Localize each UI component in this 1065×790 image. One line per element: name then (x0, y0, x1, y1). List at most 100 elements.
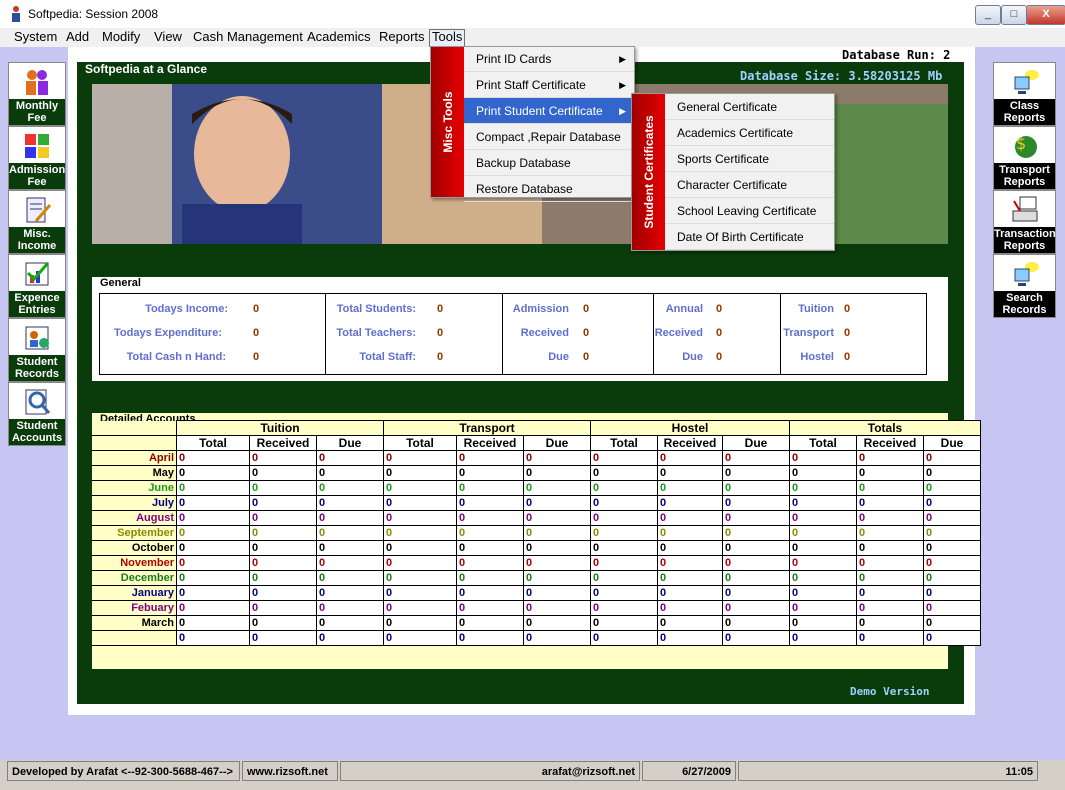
menu-cash-management[interactable]: Cash Management (191, 29, 305, 45)
menu-bar: System Add Modify View Cash Management A… (0, 28, 1065, 48)
tools-menu-item-print-id-cards[interactable]: Print ID Cards ▶ (464, 46, 634, 72)
status-time: 11:05 (738, 761, 1038, 781)
menu-add[interactable]: Add (64, 29, 91, 45)
menu-item-label: Character Certificate (677, 178, 788, 192)
table-cell: 0 (789, 600, 857, 616)
menu-reports[interactable]: Reports (377, 29, 427, 45)
sub-header: Due (316, 435, 384, 451)
table-cell: 0 (176, 525, 250, 541)
student-records-button[interactable]: Student Records (8, 318, 66, 382)
table-cell: 0 (722, 630, 790, 646)
table-cell: 0 (722, 450, 790, 466)
class-reports-button[interactable]: Class Reports (993, 62, 1056, 126)
status-date: 6/27/2009 (642, 761, 736, 781)
sub-header: Total (176, 435, 250, 451)
table-cell: 0 (523, 495, 591, 511)
tools-menu-item-restore-database[interactable]: Restore Database (464, 176, 634, 202)
table-cell: 0 (456, 540, 524, 556)
table-cell: 0 (316, 615, 384, 631)
table-cell: 0 (456, 615, 524, 631)
table-cell: 0 (722, 495, 790, 511)
expence-entries-button[interactable]: Expence Entries (8, 254, 66, 318)
sub-header: Received (456, 435, 524, 451)
magnifier-icon (25, 389, 51, 415)
table-cell: 0 (722, 600, 790, 616)
menu-system[interactable]: System (12, 29, 59, 45)
student-accounts-button[interactable]: Student Accounts (8, 382, 66, 446)
table-cell: 0 (789, 465, 857, 481)
table-cell: 0 (789, 630, 857, 646)
menu-academics[interactable]: Academics (305, 29, 373, 45)
table-cell: 0 (249, 525, 317, 541)
certificate-item-sports-certificate[interactable]: Sports Certificate (665, 146, 834, 172)
total-teachers-label: Total Teachers: (336, 327, 416, 339)
table-cell: 0 (657, 570, 723, 586)
left-toolbar: Monthly Fee Admission Fee Misc. Income E… (8, 62, 66, 452)
table-cell: 0 (176, 555, 250, 571)
table-cell: 0 (856, 570, 924, 586)
table-cell: 0 (923, 615, 981, 631)
tools-menu-item-compact-repair-database[interactable]: Compact ,Repair Database (464, 124, 634, 150)
transaction-reports-label: Transaction Reports (994, 227, 1056, 253)
table-cell: 0 (722, 525, 790, 541)
table-cell: 0 (722, 510, 790, 526)
student-info-icon (25, 326, 49, 350)
table-cell: 0 (249, 450, 317, 466)
menu-item-label: Academics Certificate (677, 126, 794, 140)
certificate-item-school-leaving-certificate[interactable]: School Leaving Certificate (665, 198, 834, 224)
minimize-button[interactable]: _ (975, 5, 1001, 25)
menu-view[interactable]: View (152, 29, 184, 45)
table-cell: 0 (523, 525, 591, 541)
table-cell: 0 (590, 465, 658, 481)
website-link[interactable]: www.rizsoft.net (242, 761, 338, 781)
table-cell: 0 (789, 615, 857, 631)
menu-item-label: Compact ,Repair Database (476, 130, 621, 144)
table-cell: 0 (316, 600, 384, 616)
tools-menu-item-print-student-certificate[interactable]: Print Student Certificate ▶ (464, 98, 634, 124)
group-header: Hostel (590, 420, 790, 436)
table-row: March 0 0 0 0 0 0 0 0 0 0 0 0 (92, 615, 981, 631)
total-students-value: 0 (437, 303, 444, 315)
student-records-label: Student Records (9, 355, 65, 381)
certificate-item-general-certificate[interactable]: General Certificate (665, 94, 834, 120)
monthly-fee-button[interactable]: Monthly Fee (8, 62, 66, 126)
table-cell: 0 (789, 540, 857, 556)
certificate-item-date-of-birth-certificate[interactable]: Date Of Birth Certificate (665, 224, 834, 250)
close-button[interactable]: X (1026, 5, 1065, 25)
tools-menu-item-print-staff-certificate[interactable]: Print Staff Certificate ▶ (464, 72, 634, 98)
admission-fee-button[interactable]: Admission Fee (8, 126, 66, 190)
table-cell: 0 (456, 570, 524, 586)
misc-income-button[interactable]: Misc. Income (8, 190, 66, 254)
table-cell: 0 (249, 540, 317, 556)
table-cell: 0 (176, 450, 250, 466)
svg-text:$: $ (1016, 134, 1026, 153)
menu-modify[interactable]: Modify (100, 29, 142, 45)
table-cell: 0 (523, 615, 591, 631)
annual-due-value: 0 (716, 351, 723, 363)
table-cell: 0 (657, 600, 723, 616)
table-cell: 0 (316, 450, 384, 466)
menu-tools[interactable]: Tools (429, 29, 466, 47)
search-records-button[interactable]: Search Records (993, 254, 1056, 318)
certificate-item-academics-certificate[interactable]: Academics Certificate (665, 120, 834, 146)
table-cell: 0 (383, 555, 457, 571)
email-link[interactable]: arafat@rizsoft.net (340, 761, 640, 781)
certificate-item-character-certificate[interactable]: Character Certificate (665, 172, 834, 198)
table-cell: 0 (316, 630, 384, 646)
annual-due-label: Due (682, 351, 703, 363)
submenu-arrow-icon: ▶ (619, 106, 626, 116)
tools-menu-item-backup-database[interactable]: Backup Database (464, 150, 634, 176)
table-cell: 0 (383, 450, 457, 466)
table-cell: 0 (383, 585, 457, 601)
month-label: October (92, 540, 177, 556)
table-cell: 0 (923, 540, 981, 556)
transport-reports-button[interactable]: $ Transport Reports (993, 126, 1056, 190)
sub-header: Due (523, 435, 591, 451)
table-cell: 0 (657, 480, 723, 496)
transaction-reports-button[interactable]: Transaction Reports (993, 190, 1056, 254)
maximize-button[interactable]: □ (1001, 5, 1027, 25)
sub-header: Total (590, 435, 658, 451)
submenu-arrow-icon: ▶ (619, 54, 626, 64)
table-cell: 0 (249, 600, 317, 616)
total-teachers-value: 0 (437, 327, 444, 339)
